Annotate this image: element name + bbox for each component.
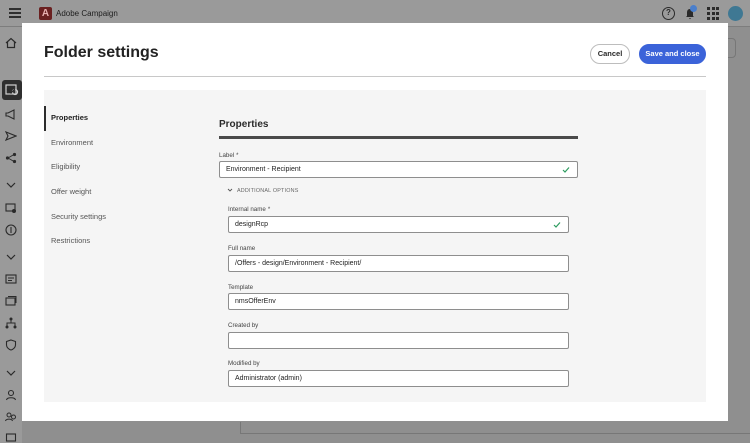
- chevron-down-icon[interactable]: [5, 367, 17, 379]
- user-icon[interactable]: [5, 389, 17, 401]
- section-divider: [219, 136, 578, 139]
- internal-name-label: Internal name *: [228, 206, 270, 213]
- app-name: Adobe Campaign: [56, 9, 118, 18]
- left-rail: [0, 27, 22, 443]
- internal-name-value: designRcp: [235, 221, 269, 228]
- chevron-down-icon[interactable]: [5, 179, 17, 191]
- template-label: Template: [228, 284, 254, 291]
- cards-icon[interactable]: [5, 295, 17, 307]
- full-name-label: Full name: [228, 245, 256, 252]
- required-asterisk: *: [267, 207, 271, 213]
- checkmark-icon: [562, 162, 570, 179]
- nav-item-security-settings[interactable]: Security settings: [44, 205, 184, 230]
- settings-panel: Properties Environment Eligibility Offer…: [44, 90, 706, 402]
- workflow-icon[interactable]: [5, 152, 17, 164]
- additional-options-label: ADDITIONAL OPTIONS: [237, 188, 299, 194]
- label-text: Label: [219, 152, 235, 159]
- full-name-input[interactable]: /Offers - design/Environment - Recipient…: [228, 255, 569, 272]
- nav-item-offer-weight[interactable]: Offer weight: [44, 180, 184, 205]
- checkmark-icon: [553, 217, 561, 234]
- home-icon[interactable]: [5, 37, 17, 49]
- created-by-input[interactable]: [228, 332, 569, 349]
- full-name-value: /Offers - design/Environment - Recipient…: [235, 260, 362, 267]
- nav-item-properties[interactable]: Properties: [44, 106, 184, 131]
- nav-item-environment[interactable]: Environment: [44, 131, 184, 156]
- profiles-icon[interactable]: [5, 273, 17, 285]
- internal-name-input[interactable]: designRcp: [228, 216, 569, 233]
- send-icon[interactable]: [5, 130, 17, 142]
- users-icon[interactable]: [5, 411, 17, 423]
- label-value: Environment - Recipient: [226, 166, 301, 173]
- notification-badge: [690, 5, 697, 12]
- settings-nav: Properties Environment Eligibility Offer…: [44, 106, 184, 254]
- chevron-down-icon[interactable]: [5, 251, 17, 263]
- nav-item-restrictions[interactable]: Restrictions: [44, 229, 184, 254]
- package-icon[interactable]: [5, 431, 17, 443]
- modified-by-label: Modified by: [228, 360, 260, 367]
- currency-icon[interactable]: [5, 224, 17, 236]
- dialog-title: Folder settings: [44, 44, 159, 61]
- avatar[interactable]: [728, 6, 743, 21]
- hierarchy-icon[interactable]: [5, 317, 17, 329]
- created-by-label: Created by: [228, 322, 259, 329]
- template-value: nmsOfferEnv: [235, 298, 276, 305]
- modified-by-input[interactable]: Administrator (admin): [228, 370, 569, 387]
- apps-grid-icon[interactable]: [707, 7, 720, 20]
- modified-by-value: Administrator (admin): [235, 375, 302, 382]
- chevron-down-icon: [227, 187, 233, 193]
- save-and-close-button[interactable]: Save and close: [639, 44, 706, 64]
- folder-settings-dialog: Folder settings Cancel Save and close Pr…: [22, 23, 728, 421]
- offer-icon[interactable]: [5, 202, 17, 214]
- shield-icon[interactable]: [5, 339, 17, 351]
- nav-item-eligibility[interactable]: Eligibility: [44, 155, 184, 180]
- header-divider: [44, 76, 706, 77]
- additional-options-toggle[interactable]: ADDITIONAL OPTIONS: [227, 187, 299, 194]
- background-panel: [240, 422, 750, 434]
- required-asterisk: *: [236, 153, 239, 159]
- section-title: Properties: [219, 119, 269, 130]
- label-input[interactable]: Environment - Recipient: [219, 161, 578, 178]
- chevron-down-icon[interactable]: [5, 85, 17, 97]
- hamburger-menu-icon[interactable]: [9, 8, 21, 18]
- template-input[interactable]: nmsOfferEnv: [228, 293, 569, 310]
- adobe-logo-icon: A: [39, 7, 52, 20]
- megaphone-icon[interactable]: [5, 108, 17, 120]
- help-icon[interactable]: ?: [662, 7, 675, 20]
- internal-name-text: Internal name: [228, 206, 266, 213]
- label-field-label: Label *: [219, 152, 238, 159]
- cancel-button[interactable]: Cancel: [590, 44, 630, 64]
